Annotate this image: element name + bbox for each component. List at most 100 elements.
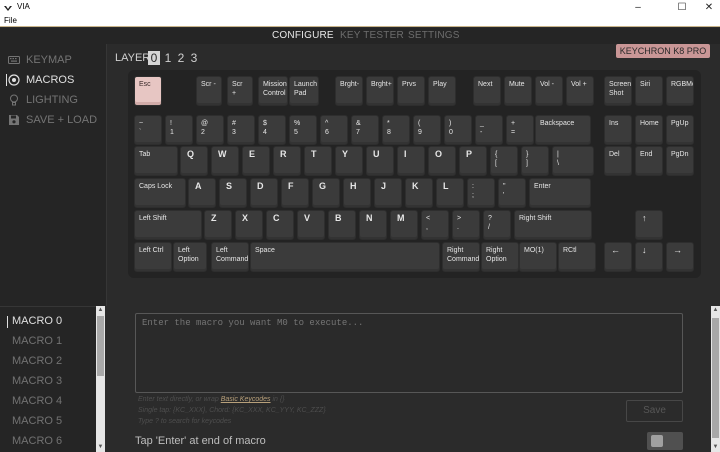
key-0-15[interactable]: RGBMd+ [666,76,694,106]
key-3-4[interactable]: F [281,178,309,208]
key-0-13[interactable]: Screen Shot [604,76,632,106]
key-2-13[interactable]: | \ [552,146,594,176]
key-4-3[interactable]: C [266,210,294,240]
key-1-0[interactable]: ~ ` [134,115,162,145]
macro-input[interactable] [135,313,683,393]
layer-0-button[interactable]: 0 [148,51,160,65]
key-4-10[interactable]: ? / [483,210,511,240]
key-3-0[interactable]: Caps Lock [134,178,186,208]
key-1-7[interactable]: & 7 [351,115,379,145]
key-4-11[interactable]: Right Shift [514,210,592,240]
key-1-6[interactable]: ^ 6 [320,115,348,145]
key-5-3[interactable]: Space [250,242,440,272]
key-2-3[interactable]: E [242,146,270,176]
sidebar-item-lighting[interactable]: LIGHTING [8,92,78,108]
key-3-8[interactable]: K [405,178,433,208]
key-2-10[interactable]: P [459,146,487,176]
tab-configure[interactable]: CONFIGURE [272,30,334,41]
key-5-8[interactable]: ← [604,242,632,272]
key-3-3[interactable]: D [250,178,278,208]
key-4-1[interactable]: Z [204,210,232,240]
key-4-8[interactable]: <, [421,210,449,240]
key-3-12[interactable]: Enter [529,178,591,208]
key-1-4[interactable]: $4 [258,115,286,145]
key-0-0[interactable]: Esc [134,76,162,106]
key-2-8[interactable]: I [397,146,425,176]
key-1-1[interactable]: ! 1 [165,115,193,145]
key-5-0[interactable]: Left Ctrl [134,242,172,272]
macro-item-2[interactable]: MACRO 2 [12,355,62,367]
key-0-3[interactable]: Mission Control [258,76,288,106]
key-0-11[interactable]: Vol - [535,76,563,106]
save-button[interactable]: Save [626,400,683,422]
key-1-14[interactable]: Ins [604,115,632,145]
key-5-2[interactable]: Left Command [211,242,249,272]
menu-file[interactable]: File [4,16,17,25]
key-5-5[interactable]: Right Option [481,242,519,272]
key-4-4[interactable]: V [297,210,325,240]
key-0-6[interactable]: Brght+ [366,76,394,106]
key-5-10[interactable]: → [666,242,694,272]
key-3-7[interactable]: J [374,178,402,208]
minimize-button[interactable]: – [624,0,652,16]
key-2-15[interactable]: End [635,146,663,176]
key-4-0[interactable]: Left Shift [134,210,202,240]
key-2-6[interactable]: Y [335,146,363,176]
key-4-5[interactable]: B [328,210,356,240]
key-0-14[interactable]: Siri [635,76,663,106]
key-5-9[interactable]: ↓ [635,242,663,272]
layer-1-button[interactable]: 1 [162,51,174,65]
basic-keycodes-link[interactable]: Basic Keycodes [221,396,271,403]
scroll-up-icon[interactable]: ▲ [96,306,105,315]
close-button[interactable]: ✕ [695,0,720,16]
key-3-1[interactable]: A [188,178,216,208]
macro-item-5[interactable]: MACRO 5 [12,415,62,427]
tab-key-tester[interactable]: KEY TESTER [340,30,404,41]
main-scrollbar[interactable]: ▲ ▼ [711,306,720,452]
key-0-2[interactable]: Scr + [227,76,253,106]
key-2-9[interactable]: O [428,146,456,176]
scroll-down-icon[interactable]: ▼ [96,443,105,452]
key-2-16[interactable]: PgDn [666,146,694,176]
key-2-4[interactable]: R [273,146,301,176]
key-4-12[interactable]: ↑ [635,210,663,240]
key-5-1[interactable]: Left Option [173,242,207,272]
key-3-5[interactable]: G [312,178,340,208]
layer-3-button[interactable]: 3 [188,51,200,65]
key-1-9[interactable]: (9 [413,115,441,145]
key-1-13[interactable]: Backspace [535,115,591,145]
scrollbar-thumb[interactable] [712,318,719,438]
key-4-2[interactable]: X [235,210,263,240]
tap-enter-toggle[interactable] [647,432,683,450]
key-1-12[interactable]: + = [506,115,534,145]
tab-settings[interactable]: SETTINGS [408,30,460,41]
sidebar-item-keymap[interactable]: KEYMAP [8,52,72,68]
macro-item-6[interactable]: MACRO 6 [12,435,62,447]
key-0-5[interactable]: Brght- [335,76,363,106]
key-0-1[interactable]: Scr - [196,76,222,106]
key-5-4[interactable]: Right Command [442,242,480,272]
key-0-9[interactable]: Next [473,76,501,106]
key-3-6[interactable]: H [343,178,371,208]
key-3-9[interactable]: L [436,178,464,208]
key-2-7[interactable]: U [366,146,394,176]
key-5-7[interactable]: RCtl [558,242,596,272]
key-0-12[interactable]: Vol + [566,76,594,106]
key-1-11[interactable]: _ - [475,115,503,145]
key-4-6[interactable]: N [359,210,387,240]
layer-2-button[interactable]: 2 [175,51,187,65]
key-0-8[interactable]: Play [428,76,456,106]
key-1-10[interactable]: ) 0 [444,115,472,145]
key-2-2[interactable]: W [211,146,239,176]
key-1-2[interactable]: @2 [196,115,224,145]
key-0-4[interactable]: Launch Pad [289,76,319,106]
key-1-15[interactable]: Home [635,115,663,145]
key-3-11[interactable]: " ' [498,178,526,208]
macro-item-0[interactable]: MACRO 0 [7,315,62,328]
key-1-8[interactable]: * 8 [382,115,410,145]
key-4-7[interactable]: M [390,210,418,240]
scroll-up-icon[interactable]: ▲ [711,306,720,315]
macro-list-scrollbar[interactable]: ▲ ▼ [96,306,105,452]
key-3-2[interactable]: S [219,178,247,208]
key-3-10[interactable]: :; [467,178,495,208]
